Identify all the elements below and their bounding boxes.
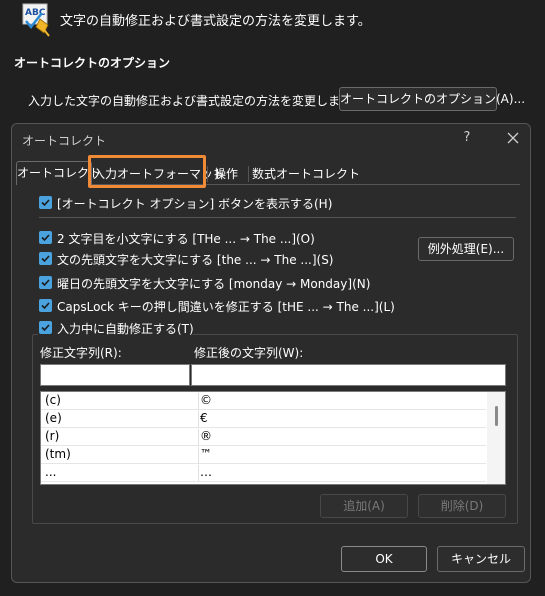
- list-item-from: (r): [45, 429, 60, 443]
- list-item-from: (e): [45, 411, 62, 425]
- checkbox-replace-as-you-type[interactable]: 入力中に自動修正する(T): [39, 320, 194, 338]
- checkbox-label: 曜日の先頭文字を大文字にする [monday → Monday](N): [57, 277, 371, 291]
- with-label: 修正後の文字列(W):: [194, 346, 304, 360]
- add-button[interactable]: 追加(A): [320, 494, 408, 518]
- checkbox-checked-icon[interactable]: [39, 321, 52, 334]
- checkbox-capslock-correction[interactable]: CapsLock キーの押し間違いを修正する [tHE ... → The ..…: [39, 298, 395, 316]
- help-button[interactable]: ?: [457, 128, 477, 148]
- cancel-button[interactable]: キャンセル: [437, 546, 525, 572]
- checkbox-checked-icon[interactable]: [39, 231, 52, 244]
- list-item-to: €: [200, 411, 208, 425]
- dialog-title: オートコレクト: [22, 134, 107, 148]
- checkbox-label: [オートコレクト オプション] ボタンを表示する(H): [57, 197, 333, 211]
- separator: [39, 217, 516, 218]
- tab-highlight-box: [88, 155, 206, 188]
- column-divider: [198, 465, 199, 482]
- column-divider: [198, 429, 199, 446]
- replace-label: 修正文字列(R):: [40, 346, 122, 360]
- checkbox-label: 入力中に自動修正する(T): [57, 322, 194, 336]
- list-item-to: ©: [200, 393, 212, 407]
- checkbox-checked-icon[interactable]: [39, 276, 52, 289]
- tab-separator: [207, 166, 208, 182]
- autocorrect-app-icon: ABC: [22, 3, 52, 37]
- checkbox-label: CapsLock キーの押し間違いを修正する [tHE ... → The ..…: [57, 300, 395, 314]
- ok-button[interactable]: OK: [341, 546, 427, 572]
- column-divider: [198, 447, 199, 464]
- with-input[interactable]: [191, 364, 506, 386]
- replacement-list[interactable]: (c) © (e) € (r) ® (tm) ™ ... …: [40, 391, 506, 485]
- list-item-from: (c): [45, 393, 61, 407]
- close-icon[interactable]: [503, 128, 523, 148]
- page-description: 文字の自動修正および書式設定の方法を変更します。: [60, 14, 371, 29]
- list-item-to: …: [200, 465, 212, 479]
- column-divider: [198, 393, 199, 410]
- checkbox-checked-icon[interactable]: [39, 196, 52, 209]
- autocorrect-options-button[interactable]: オートコレクトのオプション(A)...: [339, 87, 525, 111]
- replace-input[interactable]: [40, 364, 190, 386]
- checkbox-checked-icon[interactable]: [39, 299, 52, 312]
- list-item[interactable]: (c) ©: [41, 392, 486, 410]
- checkbox-capitalize-days[interactable]: 曜日の先頭文字を大文字にする [monday → Monday](N): [39, 275, 370, 293]
- checkbox-checked-icon[interactable]: [39, 252, 52, 265]
- tab-separator: [248, 166, 249, 182]
- checkbox-show-options[interactable]: [オートコレクト オプション] ボタンを表示する(H): [39, 195, 332, 213]
- list-item[interactable]: ... …: [41, 464, 486, 482]
- list-item-to: ™: [200, 447, 212, 461]
- autocorrect-row-label: 入力した文字の自動修正および書式設定の方法を変更します:: [28, 94, 357, 108]
- column-divider: [198, 411, 199, 428]
- svg-text:ABC: ABC: [25, 8, 46, 18]
- tab-actions[interactable]: 操作: [209, 164, 243, 184]
- scrollbar-thumb[interactable]: [495, 406, 498, 426]
- checkbox-label: 2 文字目を小文字にする [THe ... → The ...](O): [57, 232, 315, 246]
- exceptions-button[interactable]: 例外処理(E)...: [418, 237, 514, 261]
- list-item-from: ...: [45, 465, 57, 479]
- tab-autocorrect[interactable]: オートコレクト: [16, 161, 101, 185]
- section-title: オートコレクトのオプション: [14, 56, 171, 70]
- checkbox-capitalize-sentences[interactable]: 文の先頭文字を大文字にする [the ... → The ...](S): [39, 251, 334, 269]
- list-item[interactable]: (e) €: [41, 410, 486, 428]
- list-item[interactable]: (r) ®: [41, 428, 486, 446]
- list-item-from: (tm): [45, 447, 71, 461]
- checkbox-two-initial-caps[interactable]: 2 文字目を小文字にする [THe ... → The ...](O): [39, 230, 315, 248]
- delete-button[interactable]: 削除(D): [418, 494, 506, 518]
- checkbox-label: 文の先頭文字を大文字にする [the ... → The ...](S): [57, 253, 334, 267]
- tab-math-autocorrect[interactable]: 数式オートコレクト: [252, 164, 360, 184]
- list-item-to: ®: [200, 429, 212, 443]
- autocorrect-dialog: オートコレクト ? オートコレクト 入力オートフォーマット 操作 数式オートコレ…: [11, 123, 531, 583]
- list-item[interactable]: (tm) ™: [41, 446, 486, 464]
